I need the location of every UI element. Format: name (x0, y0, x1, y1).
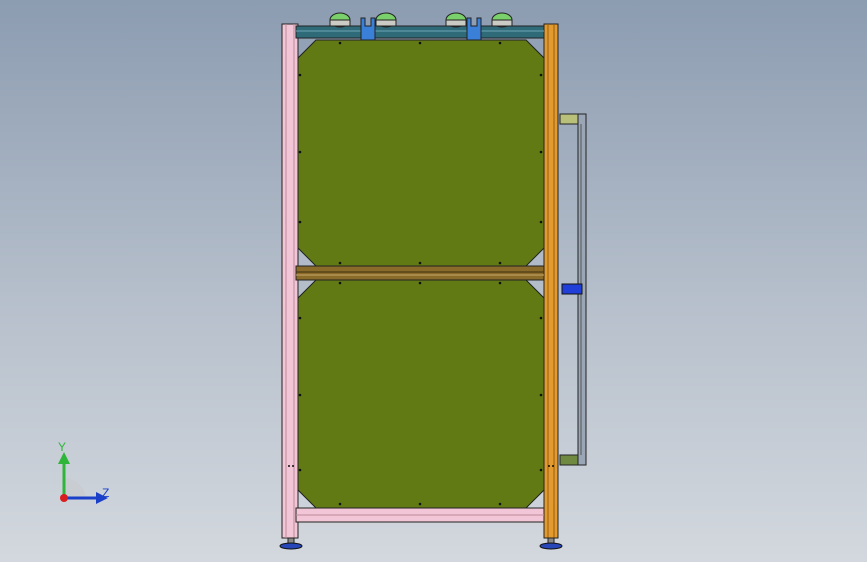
bottom-rail[interactable] (295, 507, 545, 523)
top-rail[interactable] (295, 25, 545, 39)
top-button-1[interactable] (329, 12, 351, 28)
top-bracket-right[interactable] (466, 17, 482, 41)
top-button-2[interactable] (375, 12, 397, 28)
foot-right[interactable] (539, 537, 563, 550)
cad-viewport[interactable]: Y Z (0, 0, 867, 562)
y-axis-label: Y (58, 440, 67, 454)
top-bracket-left[interactable] (360, 17, 376, 41)
lower-panel[interactable] (297, 279, 545, 509)
cabinet-model[interactable] (0, 0, 867, 562)
top-button-3[interactable] (445, 12, 467, 28)
left-post[interactable] (281, 23, 299, 539)
middle-crossbar[interactable] (295, 265, 545, 281)
side-handle[interactable] (559, 113, 587, 466)
top-button-4[interactable] (491, 12, 513, 28)
right-post[interactable] (543, 23, 559, 539)
z-axis-label: Z (102, 486, 110, 500)
orientation-triad[interactable]: Y Z (50, 440, 120, 510)
foot-left[interactable] (279, 537, 303, 550)
upper-panel[interactable] (297, 39, 545, 267)
